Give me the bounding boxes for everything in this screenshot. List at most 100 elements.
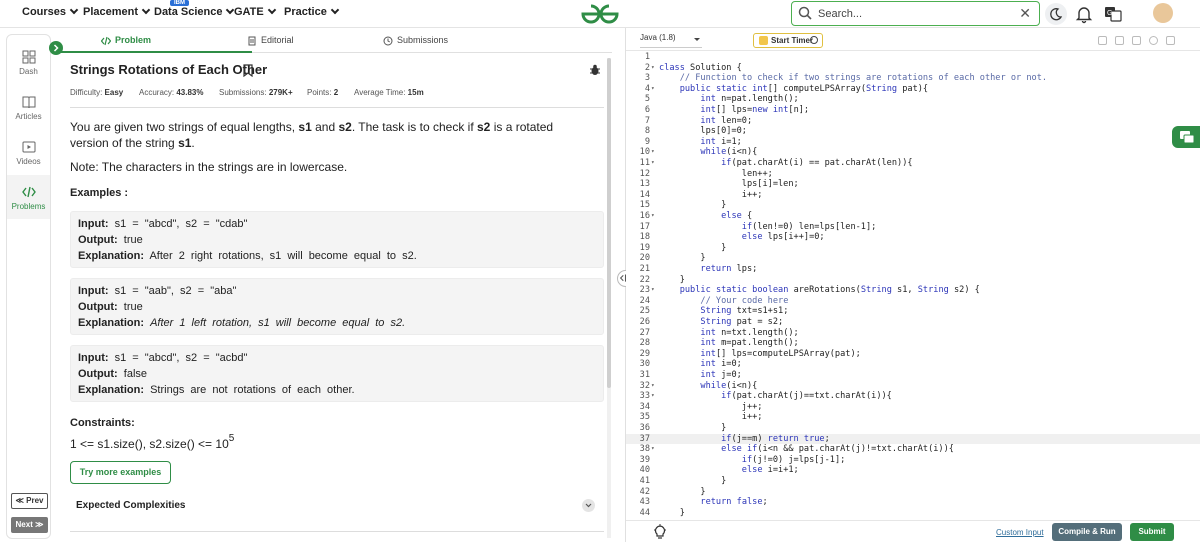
code-line[interactable]: 10 ▾ while(i<n){ [626, 147, 1200, 158]
code-line[interactable]: 32 ▾ while(i<n){ [626, 381, 1200, 392]
code-line[interactable]: 39 if(j!=0) j=lps[j-1]; [626, 455, 1200, 466]
fold-toggle-icon[interactable]: ▾ [651, 147, 655, 158]
code-line[interactable]: 5 int n=pat.length(); [626, 94, 1200, 105]
bug-report-icon[interactable] [589, 64, 601, 76]
code-line[interactable]: 9 int i=1; [626, 137, 1200, 148]
fold-toggle-icon[interactable]: ▾ [651, 63, 655, 74]
next-button[interactable]: Next ≫ [11, 517, 48, 533]
fold-toggle-icon[interactable]: ▾ [651, 444, 655, 455]
nav-courses[interactable]: Courses [22, 5, 79, 18]
code-line[interactable]: 3 // Function to check if two strings ar… [626, 73, 1200, 84]
submit-button[interactable]: Submit [1130, 523, 1174, 541]
code-line[interactable]: 15 } [626, 200, 1200, 211]
code-line[interactable]: 28 int m=pat.length(); [626, 338, 1200, 349]
search-input[interactable] [818, 5, 1008, 22]
code-line[interactable]: 6 int[] lps=new int[n]; [626, 105, 1200, 116]
code-line[interactable]: 12 len++; [626, 169, 1200, 180]
start-timer-button[interactable]: Start Timer [753, 33, 823, 48]
expected-complexities-row[interactable]: Expected Complexities [70, 492, 604, 532]
nav-gate[interactable]: GATE [234, 5, 276, 18]
code-line[interactable]: 34 j++; [626, 402, 1200, 413]
code-line[interactable]: 37 if(j==m) return true; [626, 433, 1200, 445]
code-line[interactable]: 13 lps[i]=len; [626, 179, 1200, 190]
code-format-icon[interactable] [1115, 36, 1124, 45]
code-line[interactable]: 7 int len=0; [626, 116, 1200, 127]
language-select[interactable]: Java (1.8) [640, 33, 702, 48]
code-text: } [659, 242, 727, 253]
code-line[interactable]: 35 i++; [626, 412, 1200, 423]
problem-scrollbar[interactable] [607, 58, 611, 538]
chat-button[interactable] [1172, 126, 1200, 148]
code-line[interactable]: 20 } [626, 253, 1200, 264]
code-line[interactable]: 17 if(len!=0) len=lps[len-1]; [626, 222, 1200, 233]
nav-data-science[interactable]: Data Science [154, 5, 235, 18]
code-line[interactable]: 42 } [626, 487, 1200, 498]
code-line[interactable]: 1 [626, 52, 1200, 63]
bell-icon[interactable] [1074, 4, 1094, 24]
compile-run-button[interactable]: Compile & Run [1052, 523, 1122, 541]
code-line[interactable]: 44 } [626, 508, 1200, 519]
code-line[interactable]: 33 ▾ if(pat.charAt(j)==txt.charAt(i)){ [626, 391, 1200, 402]
code-line[interactable]: 11 ▾ if(pat.charAt(i) == pat.charAt(len))… [626, 158, 1200, 169]
nav-practice[interactable]: Practice [284, 5, 340, 18]
rail-item-problems[interactable]: Problems [7, 175, 50, 219]
lightbulb-icon[interactable] [653, 524, 667, 540]
code-line[interactable]: 43 return false; [626, 497, 1200, 508]
gfg-logo-icon[interactable] [580, 3, 620, 25]
scrollbar-thumb[interactable] [607, 58, 611, 388]
code-line[interactable]: 4 ▾ public static int[] computeLPSArray(S… [626, 84, 1200, 95]
rail-item-videos[interactable]: Videos [7, 140, 50, 166]
rail-item-articles[interactable]: Articles [7, 95, 50, 121]
avatar[interactable] [1153, 3, 1173, 23]
code-line[interactable]: 21 return lps; [626, 264, 1200, 275]
reset-icon[interactable] [1149, 36, 1158, 45]
code-line[interactable]: 8 lps[0]=0; [626, 126, 1200, 137]
code-line[interactable]: 41 } [626, 476, 1200, 487]
code-line[interactable]: 31 int j=0; [626, 370, 1200, 381]
fullscreen-icon[interactable] [1166, 36, 1175, 45]
code-line[interactable]: 30 int i=0; [626, 359, 1200, 370]
code-editor[interactable]: 1 2 ▾ class Solution {3 // Function to chec… [626, 52, 1200, 520]
line-number: 6 [644, 105, 650, 115]
fold-toggle-icon[interactable]: ▾ [651, 391, 655, 402]
clear-icon[interactable]: ✕ [1019, 5, 1031, 22]
code-line[interactable]: 29 int[] lps=computeLPSArray(pat); [626, 349, 1200, 360]
code-text: len++; [659, 168, 773, 179]
dark-mode-toggle[interactable] [1045, 3, 1067, 25]
tab-editorial[interactable]: Editorial [247, 35, 294, 46]
settings-icon[interactable] [1132, 36, 1141, 45]
code-line[interactable]: 16 ▾ else { [626, 211, 1200, 222]
copy-icon[interactable] [1098, 36, 1107, 45]
line-number: 2 [644, 62, 650, 73]
code-line[interactable]: 40 else i=i+1; [626, 465, 1200, 476]
search-box[interactable]: ✕ [791, 1, 1040, 26]
code-line[interactable]: 22 } [626, 275, 1200, 286]
nav-placement[interactable]: Placement [83, 5, 151, 18]
code-text: } [659, 486, 706, 497]
fold-toggle-icon[interactable]: ▾ [651, 84, 655, 95]
code-line[interactable]: 2 ▾ class Solution { [626, 63, 1200, 74]
code-line[interactable]: 26 String pat = s2; [626, 317, 1200, 328]
code-line[interactable]: 38 ▾ else if(i<n && pat.charAt(j)!=txt.ch… [626, 444, 1200, 455]
code-line[interactable]: 24 // Your code here [626, 296, 1200, 307]
code-line[interactable]: 18 else lps[i++]=0; [626, 232, 1200, 243]
custom-input-link[interactable]: Custom Input [996, 528, 1044, 537]
code-line[interactable]: 14 i++; [626, 190, 1200, 201]
code-line[interactable]: 23 ▾ public static boolean areRotations(S… [626, 285, 1200, 296]
try-more-examples-button[interactable]: Try more examples [70, 461, 171, 484]
fold-toggle-icon[interactable]: ▾ [651, 381, 655, 392]
bookmark-icon[interactable] [243, 64, 253, 77]
fold-toggle-icon[interactable]: ▾ [651, 285, 655, 296]
tab-submissions[interactable]: Submissions [383, 35, 448, 46]
code-line[interactable]: 25 String txt=s1+s1; [626, 306, 1200, 317]
fold-toggle-icon[interactable]: ▾ [651, 158, 655, 169]
code-line[interactable]: 36 } [626, 423, 1200, 434]
code-line[interactable]: 19 } [626, 243, 1200, 254]
code-text: String pat = s2; [700, 317, 784, 327]
tab-problem[interactable]: Problem [101, 35, 151, 46]
translate-icon[interactable]: G [1103, 4, 1123, 24]
code-line[interactable]: 27 int n=txt.length(); [626, 328, 1200, 339]
rail-item-dash[interactable]: Dash [7, 50, 50, 76]
fold-toggle-icon[interactable]: ▾ [651, 211, 655, 222]
prev-button[interactable]: ≪ Prev [11, 493, 48, 509]
